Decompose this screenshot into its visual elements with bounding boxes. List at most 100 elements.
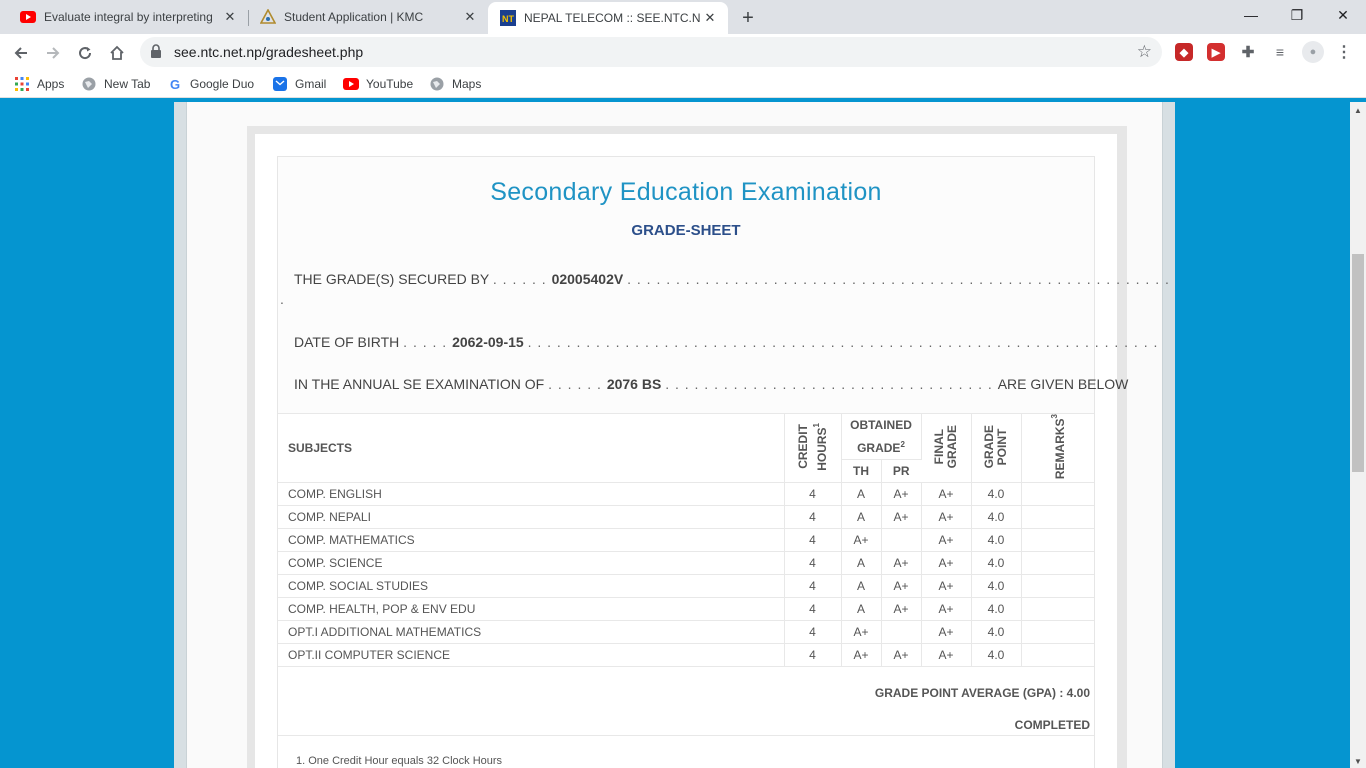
media-queue-icon[interactable]: ≡ bbox=[1271, 43, 1289, 61]
tab-title: NEPAL TELECOM :: SEE.NTC.NET. bbox=[524, 11, 700, 25]
gradesheet-frame: Secondary Education Examination GRADE-SH… bbox=[247, 126, 1169, 768]
remarks-cell bbox=[1021, 551, 1094, 576]
divider bbox=[278, 735, 1094, 736]
credit-hours-cell: 4 bbox=[784, 643, 842, 668]
forward-button[interactable] bbox=[40, 40, 66, 66]
gmail-icon bbox=[272, 76, 288, 92]
apps-grid-icon bbox=[14, 76, 30, 92]
credit-hours-cell: 4 bbox=[784, 482, 842, 507]
shield-extension-icon[interactable]: ◆ bbox=[1175, 43, 1193, 61]
footnote: 1. One Credit Hour equals 32 Clock Hours bbox=[296, 755, 503, 767]
final-grade-cell: A+ bbox=[921, 643, 972, 668]
subject-cell: OPT.I ADDITIONAL MATHEMATICS bbox=[278, 620, 785, 645]
gradesheet-subtitle: GRADE-SHEET bbox=[631, 222, 741, 239]
page-scrollbar[interactable]: ▲ ▼ bbox=[1350, 102, 1366, 768]
table-row: COMP. HEALTH, POP & ENV EDU 4 A A+ A+ 4.0 bbox=[278, 597, 1094, 622]
globe-icon bbox=[429, 76, 445, 92]
grade-point-cell: 4.0 bbox=[971, 574, 1022, 599]
gradesheet-header: Secondary Education Examination GRADE-SH… bbox=[278, 157, 1169, 414]
dob-label: DATE OF BIRTH bbox=[294, 334, 400, 350]
remarks-cell bbox=[1021, 574, 1094, 599]
bookmark-label: Apps bbox=[37, 77, 65, 91]
bookmark-label: Gmail bbox=[295, 77, 327, 91]
obtained-grade-header: OBTAINED GRADE2 bbox=[841, 414, 922, 461]
back-button[interactable] bbox=[8, 40, 34, 66]
subjects-header: SUBJECTS bbox=[278, 414, 785, 484]
new-tab-button[interactable]: + bbox=[735, 5, 761, 31]
final-grade-cell: A+ bbox=[921, 528, 972, 553]
bookmark-google-duo[interactable]: G Google Duo bbox=[167, 76, 254, 92]
subject-cell: OPT.II COMPUTER SCIENCE bbox=[278, 643, 785, 668]
th-grade-cell: A bbox=[841, 574, 882, 599]
pr-grade-cell bbox=[881, 620, 922, 645]
th-header: TH bbox=[841, 459, 882, 484]
kebab-menu-icon[interactable]: ⋮ bbox=[1335, 43, 1353, 61]
youtube-icon bbox=[20, 9, 36, 25]
credit-hours-cell: 4 bbox=[784, 551, 842, 576]
final-grade-cell: A+ bbox=[921, 620, 972, 645]
video-extension-icon[interactable]: ▶ bbox=[1207, 43, 1225, 61]
close-icon[interactable]: ✕ bbox=[220, 7, 240, 27]
window-close-button[interactable]: ✕ bbox=[1320, 0, 1366, 30]
remarks-cell bbox=[1021, 620, 1094, 645]
exam-title: Secondary Education Examination bbox=[490, 178, 882, 206]
scroll-down-arrow-icon[interactable]: ▼ bbox=[1354, 757, 1362, 766]
bookmark-maps[interactable]: Maps bbox=[429, 76, 481, 92]
tab-youtube[interactable]: Evaluate integral by interpreting ✕ bbox=[8, 0, 248, 34]
table-row: OPT.II COMPUTER SCIENCE 4 A+ A+ A+ 4.0 bbox=[278, 643, 1094, 668]
gradesheet: Secondary Education Examination GRADE-SH… bbox=[277, 156, 1169, 768]
pr-grade-cell: A+ bbox=[881, 551, 922, 576]
exam-label: IN THE ANNUAL SE EXAMINATION OF bbox=[294, 376, 545, 392]
close-icon[interactable]: ✕ bbox=[460, 7, 480, 27]
grades-table: SUBJECTS CREDIT HOURS1 OBTAINED GRADE2 FIN… bbox=[278, 414, 1094, 668]
grade-point-cell: 4.0 bbox=[971, 643, 1022, 668]
th-grade-cell: A bbox=[841, 505, 882, 530]
th-grade-cell: A bbox=[841, 482, 882, 507]
tab-kmc[interactable]: Student Application | KMC ✕ bbox=[248, 0, 488, 34]
tab-title: Student Application | KMC bbox=[284, 10, 424, 24]
subject-cell: COMP. MATHEMATICS bbox=[278, 528, 785, 553]
subject-cell: COMP. NEPALI bbox=[278, 505, 785, 530]
gradesheet-paper: Secondary Education Examination GRADE-SH… bbox=[255, 134, 1169, 768]
bookmark-new-tab[interactable]: New Tab bbox=[81, 76, 150, 92]
arrow-left-icon bbox=[14, 47, 27, 59]
th-grade-cell: A+ bbox=[841, 528, 882, 553]
th-grade-cell: A+ bbox=[841, 643, 882, 668]
remarks-cell bbox=[1021, 505, 1094, 530]
pr-grade-cell bbox=[881, 528, 922, 553]
symbol-number: 02005402V bbox=[551, 271, 624, 287]
page-viewport: Secondary Education Examination GRADE-SH… bbox=[0, 102, 1350, 768]
bookmark-star-icon[interactable]: ☆ bbox=[1137, 42, 1152, 62]
credit-hours-cell: 4 bbox=[784, 505, 842, 530]
close-icon[interactable]: ✕ bbox=[700, 8, 720, 28]
address-bar[interactable]: see.ntc.net.np/gradesheet.php ☆ bbox=[140, 37, 1162, 67]
url-text: see.ntc.net.np/gradesheet.php bbox=[174, 44, 364, 60]
home-button[interactable] bbox=[104, 40, 130, 66]
bookmark-apps[interactable]: Apps bbox=[14, 76, 64, 92]
profile-avatar[interactable]: ● bbox=[1302, 41, 1324, 63]
scrollbar-thumb[interactable] bbox=[1352, 254, 1364, 472]
subject-cell: COMP. HEALTH, POP & ENV EDU bbox=[278, 597, 785, 622]
remarks-header: REMARKS3 bbox=[1021, 414, 1094, 484]
kmc-logo-icon bbox=[260, 9, 276, 25]
grade-point-cell: 4.0 bbox=[971, 620, 1022, 645]
puzzle-extensions-icon[interactable]: ✚ bbox=[1239, 43, 1257, 61]
bookmark-youtube[interactable]: YouTube bbox=[343, 76, 413, 92]
table-row: COMP. SCIENCE 4 A A+ A+ 4.0 bbox=[278, 551, 1094, 576]
reload-button[interactable] bbox=[72, 40, 98, 66]
tab-ntc[interactable]: NT NEPAL TELECOM :: SEE.NTC.NET. ✕ bbox=[488, 2, 728, 34]
scroll-up-arrow-icon[interactable]: ▲ bbox=[1354, 106, 1362, 115]
exam-suffix: ARE GIVEN BELOW bbox=[997, 376, 1129, 392]
final-grade-cell: A+ bbox=[921, 574, 972, 599]
final-grade-cell: A+ bbox=[921, 482, 972, 507]
google-icon: G bbox=[169, 76, 181, 92]
remarks-cell bbox=[1021, 528, 1094, 553]
final-grade-cell: A+ bbox=[921, 597, 972, 622]
bookmark-label: YouTube bbox=[366, 77, 414, 91]
remarks-cell bbox=[1021, 643, 1094, 668]
bookmark-gmail[interactable]: Gmail bbox=[272, 76, 326, 92]
dob-line: DATE OF BIRTH . . . . . 2062-09-15 . . .… bbox=[294, 334, 1159, 350]
restore-button[interactable]: ❐ bbox=[1274, 0, 1320, 30]
minimize-button[interactable]: — bbox=[1228, 0, 1274, 30]
th-grade-cell: A bbox=[841, 551, 882, 576]
